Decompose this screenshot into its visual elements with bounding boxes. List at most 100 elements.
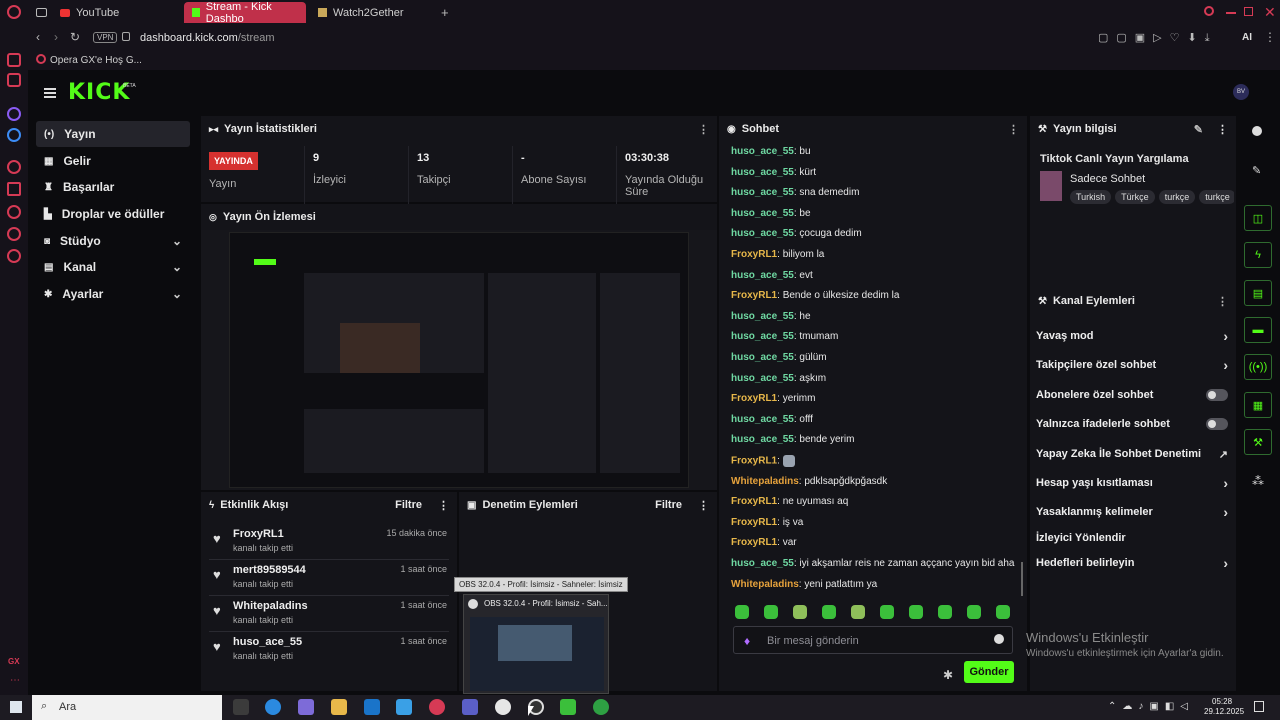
- hamburger-menu-icon[interactable]: [44, 88, 56, 98]
- chat-username[interactable]: huso_ace_55: [731, 558, 794, 569]
- chat-username[interactable]: FroxyRL1: [731, 249, 777, 260]
- store-icon[interactable]: [396, 699, 412, 715]
- action-subscribers-only[interactable]: Abonelere özel sohbet: [1036, 382, 1228, 408]
- sidebar-item-basarilar[interactable]: ♜ Başarılar: [36, 174, 190, 200]
- clock-time[interactable]: 05:28: [1212, 697, 1232, 706]
- minimize-icon[interactable]: [1226, 12, 1236, 14]
- history-icon[interactable]: [7, 205, 21, 219]
- url-field[interactable]: dashboard.kick.com/stream: [140, 32, 275, 44]
- chat-username[interactable]: Whitepaladins: [731, 476, 799, 487]
- obs-window-preview[interactable]: OBS 32.0.4 - Profil: İsimsiz - Sah...: [463, 594, 609, 694]
- more-options-icon[interactable]: ⋮: [698, 499, 709, 512]
- chat-username[interactable]: huso_ace_55: [731, 311, 794, 322]
- more-options-icon[interactable]: ⋮: [1217, 123, 1228, 136]
- sidebar-item-droplar[interactable]: ▙ Droplar ve ödüller: [36, 201, 190, 227]
- vpn-badge[interactable]: VPN: [93, 32, 118, 43]
- chat-settings-icon[interactable]: ✱: [943, 668, 953, 682]
- twitch-icon[interactable]: [7, 107, 21, 121]
- chat-username[interactable]: huso_ace_55: [731, 352, 794, 363]
- pencil-icon[interactable]: ✎: [1252, 164, 1261, 177]
- send-button[interactable]: Gönder: [964, 661, 1014, 683]
- file-explorer-icon[interactable]: [331, 699, 347, 715]
- sidebar-item-kanal[interactable]: ▤ Kanal ⌄: [36, 254, 190, 280]
- emote-button[interactable]: [967, 605, 981, 619]
- subscribers-only-toggle[interactable]: [1206, 389, 1228, 401]
- filter-button[interactable]: Filtre: [395, 499, 422, 511]
- sidebar-item-ayarlar[interactable]: ✱ Ayarlar ⌄: [36, 281, 190, 307]
- filter-button[interactable]: Filtre: [655, 499, 682, 511]
- back-icon[interactable]: ‹: [36, 30, 40, 44]
- emote-button[interactable]: [735, 605, 749, 619]
- ai-button[interactable]: AI: [1242, 32, 1252, 43]
- chat-username[interactable]: huso_ace_55: [731, 146, 794, 157]
- edit-icon[interactable]: ✎: [1194, 123, 1203, 136]
- emote-button[interactable]: [793, 605, 807, 619]
- emote-only-toggle[interactable]: [1206, 418, 1228, 430]
- music-icon[interactable]: [7, 160, 21, 174]
- tabs-icon[interactable]: [7, 182, 21, 196]
- more-options-icon[interactable]: ⋮: [698, 123, 709, 136]
- tab-youtube[interactable]: YouTube: [52, 2, 180, 23]
- chat-username[interactable]: FroxyRL1: [731, 517, 777, 528]
- gx-corner-icon[interactable]: [7, 53, 21, 67]
- action-account-age[interactable]: Hesap yaşı kısıtlaması ›: [1036, 470, 1228, 496]
- chat-username[interactable]: huso_ace_55: [731, 414, 794, 425]
- new-tab-button[interactable]: +: [441, 5, 449, 20]
- more-options-icon[interactable]: ⋮: [1217, 295, 1228, 308]
- chat-username[interactable]: huso_ace_55: [731, 167, 794, 178]
- chat-username[interactable]: huso_ace_55: [731, 434, 794, 445]
- chat-username[interactable]: FroxyRL1: [731, 496, 777, 507]
- copilot-icon[interactable]: [298, 699, 314, 715]
- xbox-icon[interactable]: [593, 699, 609, 715]
- chat-username[interactable]: FroxyRL1: [731, 393, 777, 404]
- clock-date[interactable]: 29.12.2025: [1204, 707, 1244, 716]
- chat-scrollbar[interactable]: [1021, 562, 1023, 596]
- teams-icon[interactable]: [462, 699, 478, 715]
- chat-username[interactable]: FroxyRL1: [731, 456, 777, 467]
- category-name[interactable]: Sadece Sohbet: [1070, 173, 1145, 185]
- action-banned-words[interactable]: Yasaklanmış kelimeler ›: [1036, 499, 1228, 525]
- tab-watch2gether[interactable]: Watch2Gether: [310, 2, 438, 23]
- more-options-icon[interactable]: ⋮: [1008, 123, 1019, 136]
- notification-icon[interactable]: [1254, 701, 1264, 712]
- opera-logo-icon[interactable]: [7, 5, 21, 19]
- sidebar-item-studyo[interactable]: ◙ Stüdyo ⌄: [36, 228, 190, 254]
- system-tray-icons[interactable]: ⌃☁♪▣◧◁: [1108, 701, 1194, 712]
- action-host-viewers[interactable]: İzleyici Yönlendir: [1036, 525, 1228, 551]
- close-icon[interactable]: ✕: [1264, 4, 1276, 21]
- chat-input[interactable]: ♦ Bir mesaj gönderin: [733, 626, 1013, 654]
- event-username[interactable]: FroxyRL1: [233, 528, 284, 540]
- extensions-icon[interactable]: [7, 227, 21, 241]
- search-icon[interactable]: [1204, 6, 1214, 16]
- avatar[interactable]: BV: [1233, 84, 1249, 100]
- tool-button-chat[interactable]: ▬: [1244, 317, 1272, 343]
- taskbar-search-box[interactable]: ⌕ Ara: [32, 695, 222, 720]
- chat-username[interactable]: FroxyRL1: [731, 290, 777, 301]
- action-ai-moderation[interactable]: Yapay Zeka İle Sohbet Denetimi ↗: [1036, 441, 1228, 467]
- tool-button-notes[interactable]: ▤: [1244, 280, 1272, 306]
- chat-username[interactable]: FroxyRL1: [731, 537, 777, 548]
- more-options-icon[interactable]: ⋮: [438, 499, 449, 512]
- bookmark-opera-gx[interactable]: Opera GX'e Hoş G...: [50, 55, 142, 66]
- chat-username[interactable]: huso_ace_55: [731, 228, 794, 239]
- action-slow-mode[interactable]: Yavaş mod ›: [1036, 323, 1228, 349]
- info-icon[interactable]: [1252, 126, 1262, 136]
- chevron-down-icon[interactable]: ⌄: [172, 260, 182, 274]
- outlook-icon[interactable]: [364, 699, 380, 715]
- tool-button-bolt[interactable]: ϟ: [1244, 242, 1272, 268]
- reload-icon[interactable]: ↻: [70, 30, 80, 44]
- action-emote-only[interactable]: Yalnızca ifadelerle sohbet: [1036, 411, 1228, 437]
- action-followers-only[interactable]: Takipçilere özel sohbet ›: [1036, 352, 1228, 378]
- stream-preview-video[interactable]: [201, 230, 717, 490]
- connect-icon[interactable]: ⁂: [1252, 474, 1264, 488]
- media-player-icon[interactable]: [560, 699, 576, 715]
- chat-username[interactable]: huso_ace_55: [731, 270, 794, 281]
- emote-button[interactable]: [822, 605, 836, 619]
- tool-button-layout[interactable]: ▦: [1244, 392, 1272, 418]
- opera-gx-taskbar-icon[interactable]: [429, 699, 445, 715]
- settings-icon[interactable]: [7, 249, 21, 263]
- more-icon[interactable]: ⋯: [10, 675, 20, 686]
- tool-button-capture[interactable]: ◫: [1244, 205, 1272, 231]
- windows-start-icon[interactable]: [10, 701, 22, 713]
- chat-username[interactable]: huso_ace_55: [731, 187, 794, 198]
